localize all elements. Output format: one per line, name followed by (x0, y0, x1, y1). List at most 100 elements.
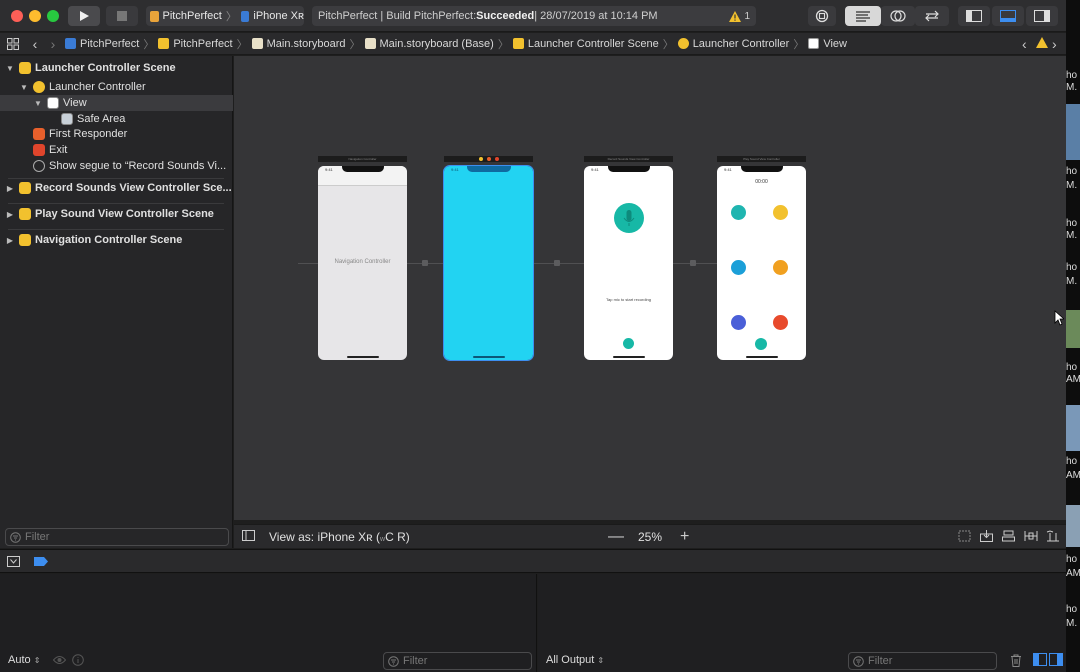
scene-dock-exit-icon[interactable] (495, 157, 499, 161)
breadcrumb-group[interactable]: PitchPerfect (155, 38, 235, 50)
breadcrumb-storyboard[interactable]: Main.storyboard (249, 38, 349, 50)
stack-view-button[interactable] (1002, 530, 1015, 545)
stop-playback-button[interactable] (755, 338, 767, 350)
toggle-debug-area-button[interactable] (992, 6, 1024, 26)
disclosure-closed-icon[interactable]: ▶ (5, 210, 15, 219)
breadcrumb-controller[interactable]: Launcher Controller (675, 38, 793, 50)
play-sound-scene[interactable]: 9:41 00:00 (717, 166, 806, 360)
nav-scene-title-bar[interactable]: Navigation Controller (318, 156, 407, 162)
variables-view[interactable]: Auto ⇕ Filter (0, 574, 537, 672)
reverb-button[interactable] (773, 315, 788, 330)
storyboard-canvas[interactable]: Navigation Controller 9:41 Navigation Co… (234, 56, 1066, 520)
outline-item-record-scene[interactable]: ▶ Record Sounds View Controller Sce... (0, 180, 233, 196)
add-constraints-button[interactable] (1024, 530, 1038, 545)
breadcrumb-project[interactable]: PitchPerfect (62, 38, 142, 50)
folder-icon (158, 38, 170, 49)
outline-label: View (63, 97, 87, 109)
next-issue-button[interactable]: › (1052, 36, 1057, 52)
outline-item-play-scene[interactable]: ▶ Play Sound View Controller Scene (0, 206, 233, 222)
forward-button[interactable]: › (44, 36, 62, 52)
scheme-device: iPhone Xʀ (253, 10, 304, 22)
related-items-button[interactable] (0, 37, 26, 50)
quick-look-button[interactable] (52, 655, 67, 668)
segue-icon[interactable] (690, 260, 696, 266)
disclosure-closed-icon[interactable]: ▶ (5, 236, 15, 245)
issue-warning-icon[interactable] (1036, 36, 1048, 51)
resolve-issues-button[interactable] (1046, 530, 1060, 545)
breadcrumb-separator: 〉 (662, 38, 674, 51)
minimize-window-button[interactable] (29, 10, 41, 22)
toggle-navigator-button[interactable] (958, 6, 990, 26)
breakpoints-toggle-button[interactable] (34, 557, 48, 569)
console-filter-field[interactable]: Filter (848, 652, 997, 670)
toggle-inspector-button[interactable] (1026, 6, 1058, 26)
stop-button[interactable] (106, 6, 138, 26)
entry-point-arrow[interactable] (298, 263, 318, 264)
breadcrumb-view[interactable]: View (805, 38, 850, 50)
variables-scope-selector[interactable]: Auto ⇕ (8, 654, 40, 666)
scheme-selector[interactable]: PitchPerfect 〉 iPhone Xʀ (146, 6, 304, 26)
print-description-button[interactable] (72, 654, 84, 669)
breadcrumb-scene[interactable]: Launcher Controller Scene (510, 38, 662, 50)
outline-item-first-responder[interactable]: First Responder (0, 126, 233, 142)
version-editor-button[interactable] (915, 6, 949, 26)
record-scene-title-bar[interactable]: Record Sounds View Controller (584, 156, 673, 162)
assistant-editor-button[interactable] (881, 6, 915, 26)
play-scene-title-bar[interactable]: Play Sound View Controller (717, 156, 806, 162)
outline-item-navigation-scene[interactable]: ▶ Navigation Controller Scene (0, 232, 233, 248)
navigation-controller-scene[interactable]: 9:41 Navigation Controller (318, 166, 407, 360)
zoom-window-button[interactable] (47, 10, 59, 22)
standard-editor-button[interactable] (845, 6, 881, 26)
clear-console-button[interactable] (1010, 654, 1022, 670)
warning-indicator[interactable]: 1 (729, 10, 750, 22)
document-outline: ▼ Launcher Controller Scene ▼ Launcher C… (0, 56, 233, 548)
disclosure-open-icon[interactable]: ▼ (19, 83, 29, 92)
scene-dock-controller-icon[interactable] (479, 157, 483, 161)
console-output-selector[interactable]: All Output ⇕ (546, 654, 604, 666)
scene-dock-responder-icon[interactable] (487, 157, 491, 161)
device-notch (607, 166, 650, 172)
exit-icon (33, 144, 45, 156)
update-frames-button[interactable] (980, 530, 993, 545)
outline-item-exit[interactable]: Exit (0, 142, 233, 158)
show-console-pane-button[interactable] (1049, 653, 1063, 669)
breadcrumb-storyboard-base[interactable]: Main.storyboard (Base) (362, 38, 497, 50)
disclosure-open-icon[interactable]: ▼ (5, 64, 15, 73)
outline-filter-field[interactable]: Filter (5, 528, 229, 546)
disclosure-closed-icon[interactable]: ▶ (5, 184, 15, 193)
library-button[interactable] (808, 6, 836, 26)
show-variables-pane-button[interactable] (1033, 653, 1047, 669)
close-window-button[interactable] (11, 10, 23, 22)
home-indicator (745, 356, 778, 358)
outline-item-safe-area[interactable]: Safe Area (0, 111, 233, 127)
run-button[interactable] (68, 6, 100, 26)
record-button[interactable] (614, 203, 644, 233)
toggle-outline-button[interactable] (242, 530, 255, 544)
fast-button[interactable] (773, 205, 788, 220)
launcher-scene-title-bar[interactable] (444, 156, 533, 162)
disclosure-open-icon[interactable]: ▼ (33, 99, 43, 108)
chipmunk-button[interactable] (731, 260, 746, 275)
zoom-out-button[interactable]: — (608, 528, 624, 546)
view-as-device-button[interactable]: View as: iPhone Xʀ (wC R) (269, 530, 410, 544)
back-button[interactable]: ‹ (26, 36, 44, 52)
echo-button[interactable] (731, 315, 746, 330)
outline-item-launcher-scene[interactable]: ▼ Launcher Controller Scene (0, 60, 233, 76)
console-view[interactable]: All Output ⇕ Filter (538, 574, 1066, 672)
zoom-in-button[interactable]: + (680, 528, 689, 546)
variables-filter-field[interactable]: Filter (383, 652, 532, 670)
slow-button[interactable] (731, 205, 746, 220)
outline-item-view[interactable]: ▼ View (0, 95, 233, 111)
record-sounds-scene[interactable]: 9:41 Tap mic to start recording (584, 166, 673, 360)
background-text: ho (1066, 362, 1078, 373)
embed-in-button[interactable] (958, 530, 971, 545)
vader-button[interactable] (773, 260, 788, 275)
segue-icon[interactable] (422, 260, 428, 266)
hide-debug-area-button[interactable] (7, 556, 20, 570)
previous-issue-button[interactable]: ‹ (1022, 36, 1027, 52)
segue-icon[interactable] (554, 260, 560, 266)
stop-recording-button[interactable] (623, 338, 634, 349)
launcher-controller-scene[interactable]: 9:41 (443, 165, 534, 361)
outline-item-launcher-controller[interactable]: ▼ Launcher Controller (0, 79, 233, 95)
outline-item-segue[interactable]: Show segue to “Record Sounds Vi... (0, 158, 233, 174)
